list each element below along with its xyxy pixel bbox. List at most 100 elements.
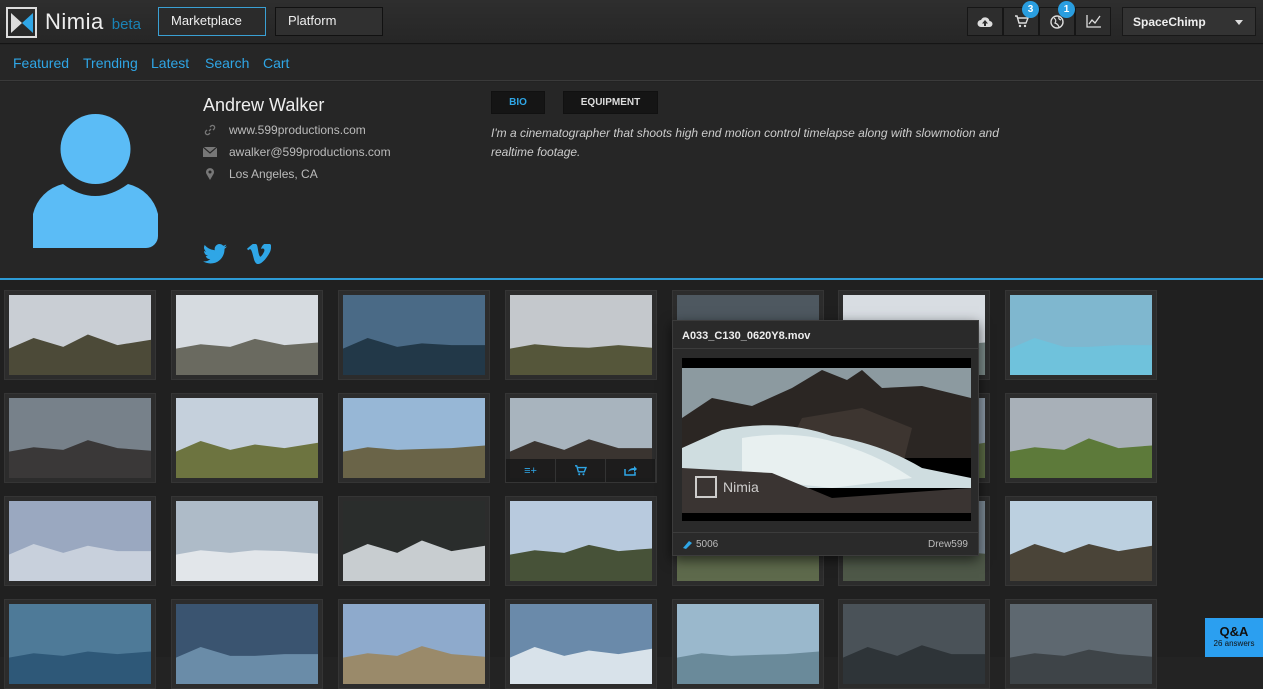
website-link[interactable]: www.599productions.com [229,123,366,137]
beta-label: beta [111,15,141,33]
mail-icon [203,146,217,158]
tab-bio[interactable]: BIO [491,91,545,114]
clip-thumbnail[interactable] [672,599,824,689]
clip-thumbnail[interactable] [171,290,323,380]
cart-badge: 3 [1022,1,1039,18]
clip-owner[interactable]: Drew599 [928,539,968,550]
cart-button[interactable]: 3 [1003,1,1039,36]
clip-thumbnail[interactable] [1005,290,1157,380]
vimeo-icon[interactable] [247,244,271,264]
thumbnail-image [343,604,485,684]
thumbnail-image [1010,295,1152,375]
qa-count: 26 answers [1213,639,1255,648]
tab-marketplace[interactable]: Marketplace [158,7,266,36]
nav-featured[interactable]: Featured [13,55,69,71]
nav-trending[interactable]: Trending [83,55,138,71]
clip-thumbnail[interactable] [338,496,490,586]
chart-button[interactable] [1075,7,1111,36]
clip-preview-popup: A033_C130_0620Y8.mov Nimia 5006 Drew599 [672,320,979,556]
clip-actions-bar: ≡+ [506,459,656,482]
thumbnail-image [9,604,151,684]
twitter-icon[interactable] [203,244,227,264]
thumbnail-image [343,295,485,375]
profile-section: Andrew Walker www.599productions.com awa… [0,82,1263,279]
thumbnail-image [9,398,151,478]
clip-grid: ≡+ [0,280,1263,689]
nimia-logo-icon [6,6,37,38]
clip-preview-video[interactable]: Nimia [682,358,971,521]
thumbnail-image [1010,501,1152,581]
watermark-text: Nimia [723,479,759,495]
thumbnail-image [1010,604,1152,684]
thumbnail-image [510,295,652,375]
globe-badge: 1 [1058,1,1075,18]
brand-name: Nimia [45,9,104,34]
chart-icon [1085,15,1101,28]
clip-thumbnail[interactable] [838,599,990,689]
sub-nav: Featured Trending Latest Search Cart [0,45,1263,81]
qa-button[interactable]: Q&A 26 answers [1205,618,1263,657]
bio-text: I'm a cinematographer that shoots high e… [491,126,999,159]
clip-thumbnail[interactable] [4,599,156,689]
clip-thumbnail[interactable] [338,393,490,483]
user-name: SpaceChimp [1133,15,1206,29]
tab-equipment[interactable]: EQUIPMENT [563,91,658,114]
thumbnail-image [343,501,485,581]
clip-thumbnail[interactable] [1005,496,1157,586]
location-pin-icon [203,168,217,180]
website-row: www.599productions.com [203,123,366,137]
thumbnail-image [510,501,652,581]
location-text: Los Angeles, CA [229,167,318,181]
tab-platform[interactable]: Platform [275,7,383,36]
nimia-watermark: Nimia [695,476,759,498]
clip-thumbnail[interactable] [4,290,156,380]
nimia-logo-icon [695,476,717,498]
clip-thumbnail[interactable] [171,496,323,586]
clip-thumbnail[interactable] [1005,393,1157,483]
views-count: 5006 [682,539,718,550]
clip-thumbnail[interactable] [505,599,657,689]
add-to-cart-button[interactable] [556,459,606,482]
clip-thumbnail[interactable] [505,496,657,586]
clip-thumbnail[interactable] [1005,599,1157,689]
thumbnail-image [843,604,985,684]
nav-cart[interactable]: Cart [263,55,289,71]
nav-latest[interactable]: Latest [151,55,189,71]
logo[interactable]: Nimia beta [6,6,141,38]
clip-thumbnail[interactable] [4,496,156,586]
thumbnail-image [176,604,318,684]
globe-button[interactable]: 1 [1039,1,1075,36]
views-icon [683,541,692,549]
chevron-down-icon [1235,20,1243,25]
clip-thumbnail[interactable] [338,290,490,380]
clip-thumbnail[interactable] [505,290,657,380]
cart-icon [575,465,587,476]
thumbnail-image [9,295,151,375]
clip-thumbnail[interactable] [338,599,490,689]
thumbnail-image [1010,398,1152,478]
thumbnail-image [176,501,318,581]
thumbnail-image [677,604,819,684]
divider [673,348,978,349]
location-row: Los Angeles, CA [203,167,318,181]
email-link[interactable]: awalker@599productions.com [229,145,391,159]
clip-filename: A033_C130_0620Y8.mov [682,330,811,342]
thumbnail-image [9,501,151,581]
clip-thumbnail[interactable] [171,599,323,689]
thumbnail-image [343,398,485,478]
share-button[interactable] [606,459,656,482]
views-value: 5006 [696,539,719,550]
user-dropdown[interactable]: SpaceChimp [1122,7,1256,36]
thumbnail-image [510,604,652,684]
add-to-list-button[interactable]: ≡+ [506,459,556,482]
share-icon [624,466,637,476]
nav-search[interactable]: Search [205,55,249,71]
clip-thumbnail[interactable] [4,393,156,483]
link-icon [203,124,217,136]
divider [673,532,978,533]
clip-thumbnail[interactable]: ≡+ [505,393,657,483]
cloud-upload-button[interactable] [967,7,1003,36]
avatar [33,114,158,248]
clip-thumbnail[interactable] [171,393,323,483]
qa-title: Q&A [1219,624,1249,639]
